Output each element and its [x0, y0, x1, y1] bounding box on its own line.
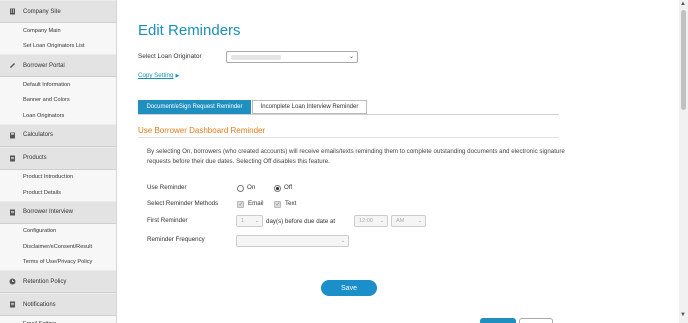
days-before-text: day(s) before due date at — [266, 218, 336, 225]
redacted-value — [231, 55, 281, 60]
vertical-scrollbar[interactable]: ▲ ▼ — [679, 0, 688, 323]
edit-icon — [9, 62, 16, 69]
tab-divider — [138, 114, 559, 115]
calculator-icon — [9, 132, 16, 139]
sidebar-section[interactable]: Products — [0, 146, 116, 170]
sidebar-section[interactable]: Retention Policy — [0, 270, 116, 293]
text-checkbox[interactable] — [274, 201, 281, 208]
reminder-frequency-select[interactable]: ⌄ — [236, 235, 349, 247]
sidebar-item[interactable]: Loan Originators — [0, 108, 116, 124]
loan-originator-select[interactable]: ⌄ — [226, 51, 358, 63]
reminder-time-select[interactable]: 12:00 ⌄ — [354, 215, 388, 227]
sidebar-section[interactable]: Calculators — [0, 123, 116, 147]
use-reminder-label: Use Reminder — [147, 184, 187, 191]
partial-button-primary[interactable] — [480, 318, 516, 323]
sidebar-section[interactable]: Borrower Portal — [0, 54, 116, 77]
off-label: Off — [284, 184, 293, 191]
sidebar-item[interactable]: Default Information — [0, 77, 116, 93]
reminder-methods-label: Select Reminder Methods — [147, 200, 219, 207]
reminder-time-value: 12:00 — [359, 218, 373, 224]
sidebar-item[interactable]: Banner and Colors — [0, 92, 116, 108]
scroll-up-arrow-icon[interactable]: ▲ — [680, 1, 686, 7]
document-icon — [9, 155, 16, 162]
sidebar-section-label: Notifications — [23, 301, 56, 308]
page-title: Edit Reminders — [138, 22, 241, 39]
sidebar-section-label: Company Site — [23, 8, 61, 15]
building-icon — [9, 8, 16, 15]
sidebar-item[interactable]: Disclaimer/eConsent/Result — [0, 239, 116, 255]
use-reminder-off-radio[interactable] — [274, 185, 281, 192]
document-icon — [9, 301, 16, 308]
sidebar-section[interactable]: Company Site — [0, 0, 116, 23]
sidebar-item[interactable]: Product Introduction — [0, 169, 116, 185]
sidebar-item[interactable]: Set Loan Originators List — [0, 38, 116, 54]
chevron-down-icon: ⌄ — [340, 238, 345, 244]
sidebar-section-label: Borrower Interview — [23, 209, 74, 215]
section-title: Use Borrower Dashboard Reminder — [138, 126, 266, 135]
clock-icon — [9, 278, 16, 285]
save-button[interactable]: Save — [321, 280, 377, 296]
tab-incomplete-interview[interactable]: Incomplete Loan Interview Reminder — [252, 100, 367, 114]
reminder-ampm-select[interactable]: AM ⌄ — [391, 215, 426, 227]
copy-setting-link[interactable]: Copy Setting ▶ — [138, 72, 179, 79]
partial-button-secondary[interactable] — [519, 318, 553, 323]
sidebar-section[interactable]: Borrower Interview — [0, 200, 116, 224]
on-label: On — [247, 184, 256, 191]
chevron-down-icon: ⌄ — [254, 218, 259, 224]
email-checkbox[interactable] — [237, 201, 244, 208]
sidebar-section-label: Calculators — [23, 132, 54, 138]
first-reminder-label: First Reminder — [147, 217, 188, 224]
sidebar-section-label: Products — [23, 155, 47, 161]
chevron-down-icon: ⌄ — [379, 218, 384, 224]
use-reminder-on-radio[interactable] — [237, 185, 244, 192]
copy-setting-label: Copy Setting — [138, 72, 174, 79]
loan-originator-label: Select Loan Originator — [138, 53, 202, 60]
sidebar-section[interactable]: Notifications — [0, 293, 116, 316]
reminder-tabs: Document/eSign Request Reminder Incomple… — [138, 100, 367, 114]
reminder-days-select[interactable]: 1 ⌄ — [236, 215, 263, 227]
scroll-down-arrow-icon[interactable]: ▼ — [680, 312, 686, 318]
sidebar-item[interactable]: Product Details — [0, 185, 116, 201]
document-icon — [9, 209, 16, 216]
sidebar-section-label: Borrower Portal — [23, 62, 65, 69]
chevron-down-icon: ⌄ — [417, 218, 422, 224]
reminder-frequency-label: Reminder Frequency — [147, 236, 205, 243]
sidebar-item[interactable]: Terms of Use/Privacy Policy — [0, 254, 116, 270]
reminder-ampm-value: AM — [396, 218, 405, 224]
email-label: Email — [248, 200, 264, 207]
description-text: By selecting On, borrowers (who created … — [147, 148, 565, 165]
scroll-thumb[interactable] — [681, 10, 686, 110]
sidebar-section-label: Retention Policy — [23, 278, 67, 285]
sidebar: Company Site Company Main Set Loan Origina… — [0, 0, 117, 323]
sidebar-item[interactable]: Configuration — [0, 223, 116, 239]
section-divider — [138, 137, 559, 138]
text-label: Text — [285, 200, 297, 207]
main-content: Edit Reminders Select Loan Originator ⌄ … — [117, 0, 679, 323]
sidebar-item[interactable]: Email Setting — [0, 316, 116, 323]
sidebar-item[interactable]: Company Main — [0, 23, 116, 39]
reminder-days-value: 1 — [241, 218, 245, 224]
tab-document-esign[interactable]: Document/eSign Request Reminder — [138, 100, 251, 114]
chevron-down-icon: ⌄ — [348, 54, 354, 60]
triangle-right-icon: ▶ — [175, 73, 180, 79]
